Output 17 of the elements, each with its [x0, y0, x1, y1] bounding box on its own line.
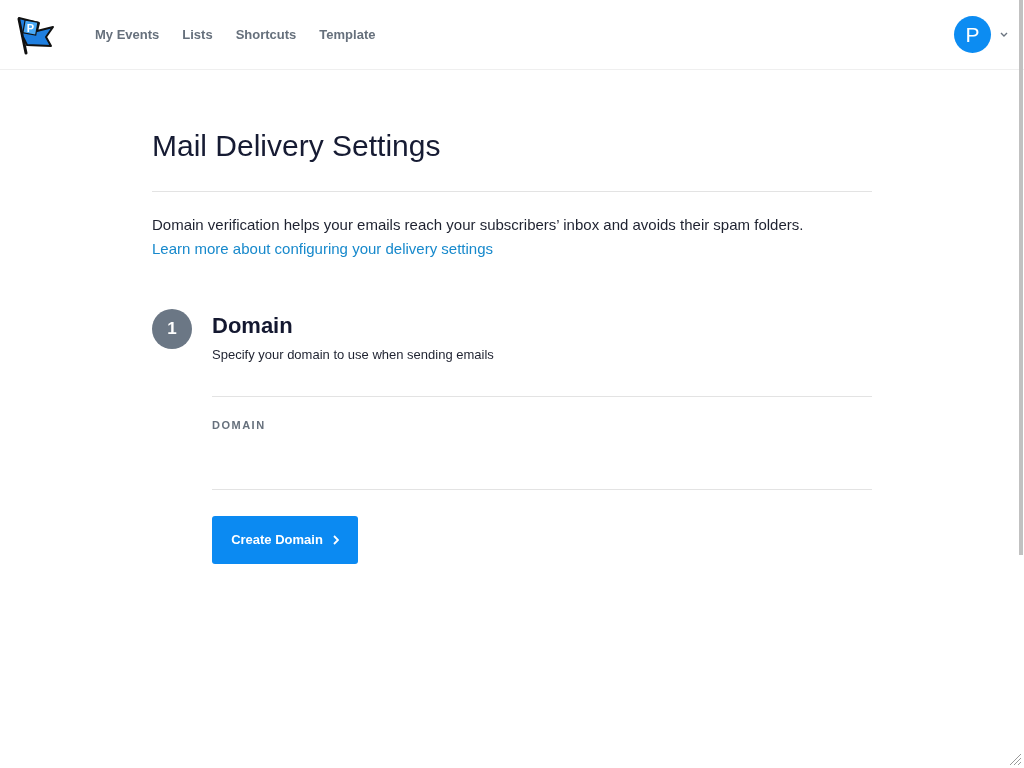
- chevron-down-icon[interactable]: [1000, 32, 1008, 37]
- learn-more-link[interactable]: Learn more about configuring your delivery settings: [152, 237, 494, 261]
- nav-link[interactable]: Template: [319, 24, 376, 45]
- field-label: DOMAIN: [212, 418, 267, 433]
- resize-grip-icon[interactable]: [1009, 753, 1022, 766]
- nav-link[interactable]: My Events: [95, 24, 160, 45]
- chevron-right-icon: [332, 535, 339, 545]
- create-domain-button[interactable]: Create Domain: [212, 516, 358, 564]
- nav-link[interactable]: Lists: [182, 24, 213, 45]
- nav-link[interactable]: Shortcuts: [235, 24, 297, 45]
- page-title: Mail Delivery Settings: [152, 128, 442, 164]
- step-subtitle: Specify your domain to use when sending emails: [212, 346, 495, 364]
- step-number: 1: [152, 309, 192, 349]
- description-text: Domain verification helps your emails reach your subscribers’ inbox and avoids their spam folders.: [152, 215, 805, 235]
- step-title: Domain: [212, 312, 294, 340]
- scrollbar-thumb[interactable]: [1019, 0, 1023, 555]
- user-avatar[interactable]: P: [954, 16, 991, 53]
